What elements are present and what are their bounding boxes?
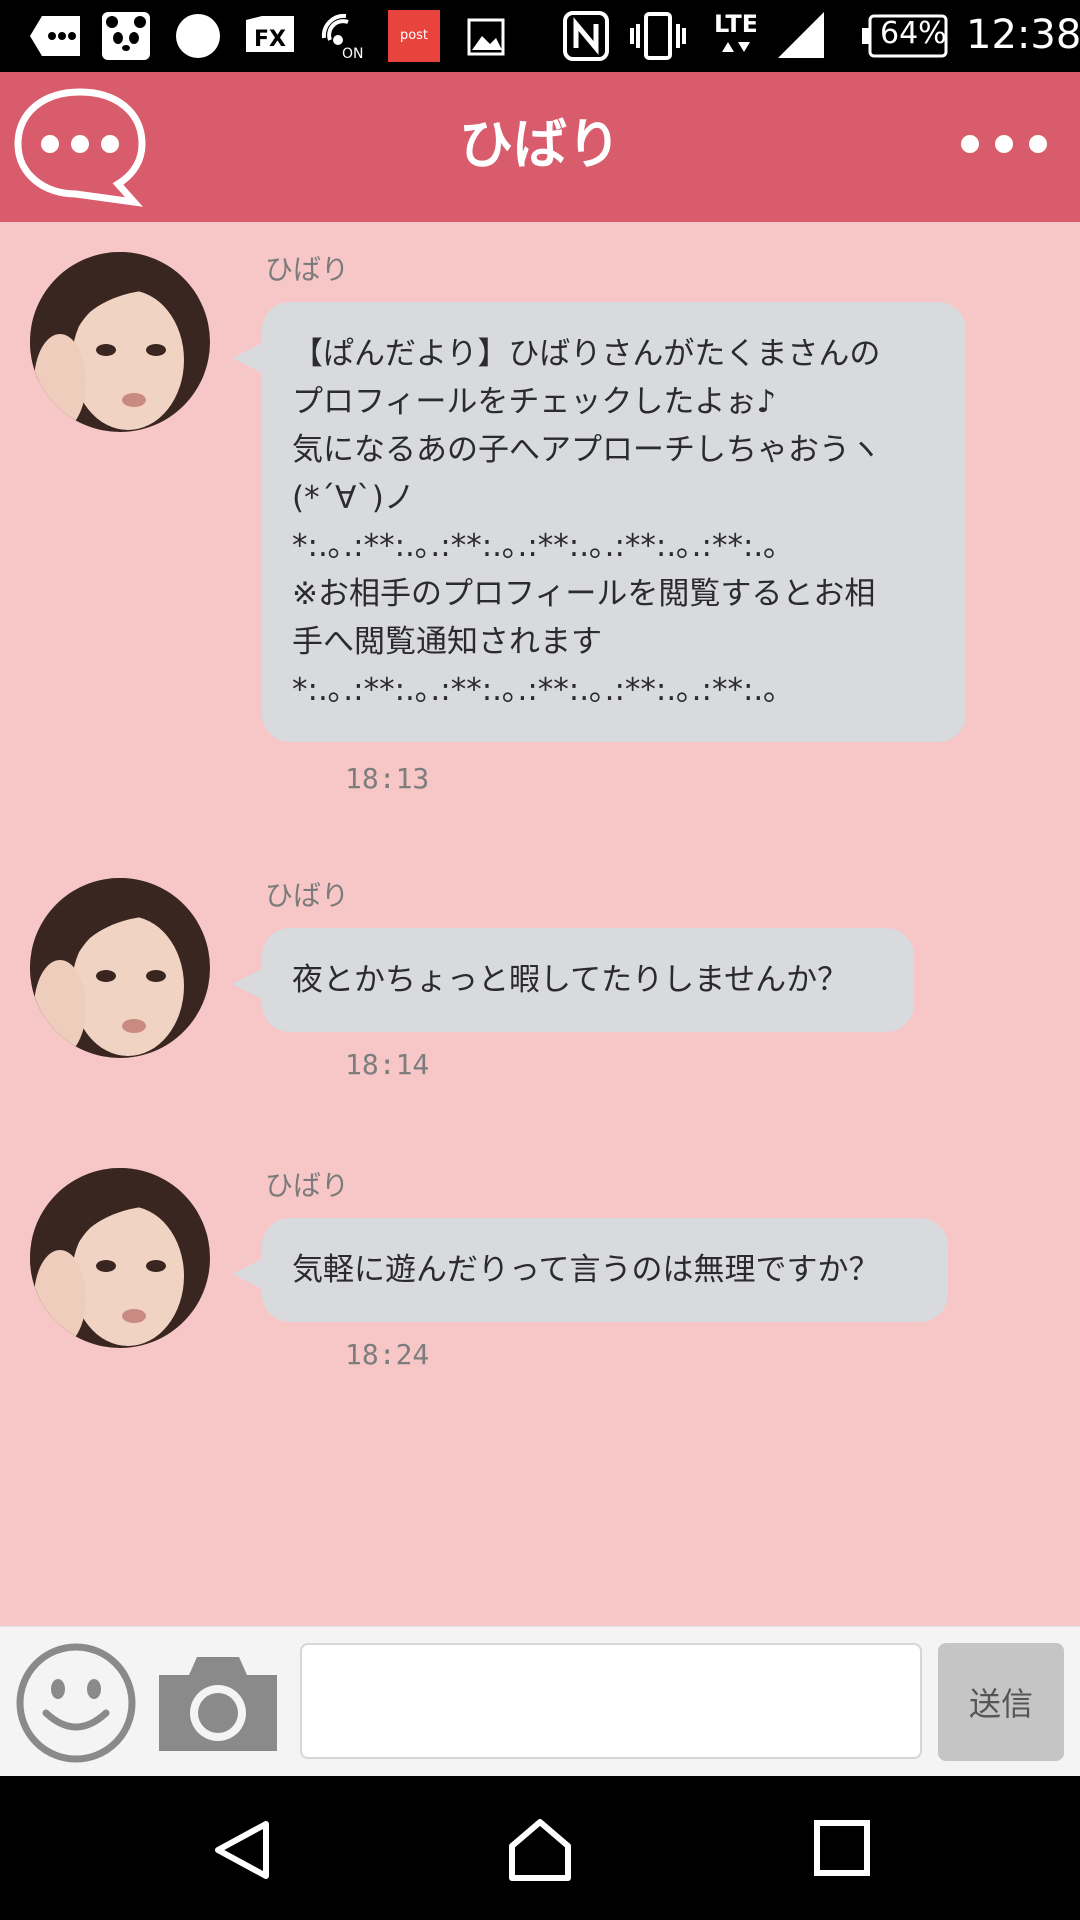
lte-label: LTE	[714, 10, 756, 38]
home-icon[interactable]	[506, 1818, 574, 1882]
postme-icon: post me	[388, 10, 440, 95]
sender-name: ひばり	[265, 253, 350, 286]
message-input[interactable]	[300, 1643, 922, 1759]
svg-text:FX: FX	[254, 27, 286, 52]
message-time: 18:13	[345, 762, 430, 795]
message-bubble[interactable]: 気軽に遊んだりって言うのは無理ですか？	[232, 1218, 948, 1322]
message-line: 【ぱんだより】ひばりさんがたくまさんの	[292, 336, 881, 372]
message-line: プロフィールをチェックしたよぉ♪	[292, 384, 777, 420]
status-bar: FX ON post me LTE 64% 12:38	[0, 0, 1080, 95]
system-nav-bar	[0, 1776, 1080, 1920]
sender-name: ひばり	[265, 879, 350, 912]
message-line: *:.｡.:**:.｡.:**:.｡.:**:.｡.:**:.｡.:**:.｡	[292, 528, 779, 564]
message-line: 夜とかちょっと暇してたりしませんか？	[292, 962, 849, 998]
image-icon	[467, 18, 505, 56]
avatar[interactable]	[30, 1168, 210, 1348]
nfc-icon	[563, 11, 609, 61]
message-input-bar: 送信	[0, 1626, 1080, 1777]
message-line: 気になるあの子へアプローチしちゃおうヽ	[292, 432, 881, 468]
fx-icon: FX	[246, 16, 294, 52]
message-time: 18:24	[345, 1338, 430, 1371]
wifi-calling-icon: ON	[321, 13, 364, 62]
app-header: ひばり	[0, 72, 1080, 222]
message-line: 気軽に遊んだりって言うのは無理ですか？	[292, 1252, 880, 1288]
recents-icon[interactable]	[812, 1818, 872, 1878]
panda-icon	[102, 12, 150, 60]
sender-name: ひばり	[265, 1169, 350, 1202]
back-icon[interactable]	[210, 1818, 274, 1882]
circle-icon	[176, 14, 220, 58]
message-bubble[interactable]: 夜とかちょっと暇してたりしませんか？	[232, 928, 914, 1032]
vibrate-icon	[630, 12, 686, 60]
camera-icon[interactable]	[155, 1651, 281, 1755]
message-icon	[30, 16, 80, 56]
more-dots-icon[interactable]	[960, 132, 1048, 156]
battery-percent: 64%	[880, 16, 947, 51]
message-bubble[interactable]: 【ぱんだより】ひばりさんがたくまさんの プロフィールをチェックしたよぉ♪ 気にな…	[232, 302, 966, 742]
clock: 12:38	[966, 12, 1080, 58]
signal-icon	[778, 12, 824, 58]
avatar[interactable]	[30, 252, 210, 432]
message-time: 18:14	[345, 1048, 430, 1081]
send-button[interactable]: 送信	[938, 1643, 1064, 1761]
lte-icon: LTE	[714, 10, 756, 52]
message-line: *:.｡.:**:.｡.:**:.｡.:**:.｡.:**:.｡.:**:.｡	[292, 672, 779, 708]
chat-area[interactable]: ひばり 【ぱんだより】ひばりさんがたくまさんの プロフィールをチェックしたよぉ♪…	[0, 222, 1080, 1626]
page-title: ひばり	[459, 113, 621, 176]
message-line: 手へ閲覧通知されます	[292, 624, 602, 660]
smiley-icon[interactable]	[14, 1641, 138, 1765]
svg-text:ON: ON	[342, 46, 364, 62]
message-line: ※お相手のプロフィールを閲覧するとお相	[292, 576, 876, 612]
message-line: (*´∀`)ノ	[292, 480, 415, 516]
avatar[interactable]	[30, 878, 210, 1058]
